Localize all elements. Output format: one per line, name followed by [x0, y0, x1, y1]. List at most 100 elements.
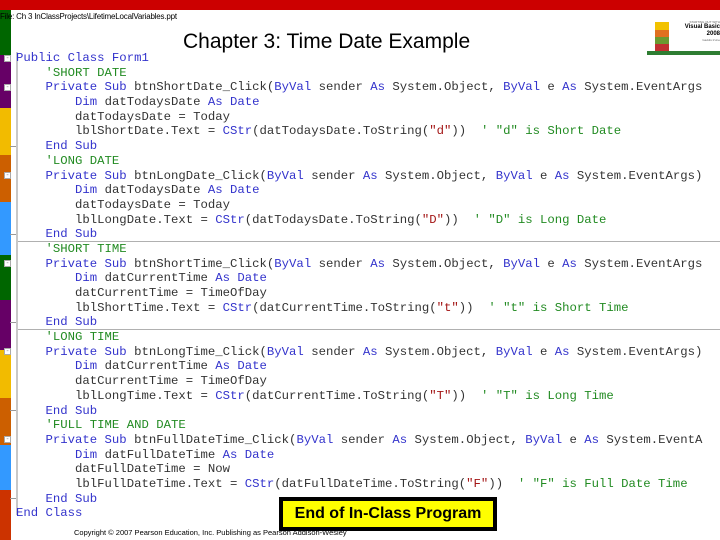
code-text: System.EventArgs	[576, 256, 703, 271]
code-keyword: ByVal	[495, 344, 533, 359]
code-line: lblShortTime.Text = CStr(datCurrentTime.…	[16, 301, 702, 316]
code-text: datTodaysDate	[104, 95, 208, 110]
code-text: e	[532, 344, 555, 359]
code-keyword: ByVal	[495, 168, 533, 183]
code-text: e	[540, 80, 563, 95]
end-of-program-callout: End of In-Class Program	[279, 497, 497, 531]
code-keyword: Dim	[16, 359, 105, 374]
code-text: datTodaysDate = Today	[16, 197, 231, 212]
code-keyword: Dim	[16, 95, 105, 110]
code-text: lblFullDateTime.Text =	[16, 476, 245, 491]
code-keyword: Private Sub	[16, 432, 135, 447]
code-line: Dim datTodaysDate As Date	[16, 183, 702, 198]
code-keyword: Private Sub	[16, 80, 135, 95]
code-text: (datCurrentTime.ToString(	[252, 300, 437, 315]
code-keyword: ByVal	[266, 344, 304, 359]
code-line: 'SHORT DATE	[16, 66, 702, 81]
code-text: btnLongDate_Click(	[134, 168, 267, 183]
code-string: "F"	[466, 476, 489, 491]
code-keyword: As Date	[207, 183, 260, 198]
code-text: datCurrentTime	[104, 271, 216, 286]
code-editor[interactable]: Public Class Form1 'SHORT DATE Private S…	[16, 51, 702, 521]
code-keyword: Dim	[16, 447, 105, 462]
code-line: 'SHORT TIME	[16, 242, 702, 257]
code-text: btnShortTime_Click(	[134, 256, 275, 271]
code-text: System.Object,	[377, 168, 496, 183]
code-text: datTodaysDate	[104, 183, 208, 198]
code-text: (datFullDateTime.ToString(	[274, 476, 467, 491]
code-line: lblFullDateTime.Text = CStr(datFullDateT…	[16, 477, 702, 492]
code-line: datTodaysDate = Today	[16, 198, 702, 213]
code-line: Private Sub btnLongTime_Click(ByVal send…	[16, 344, 703, 360]
code-keyword: End Sub	[16, 403, 98, 418]
visual-basic-logo: STARTING OUT WITH Visual Basic 2008 Gadd…	[647, 18, 720, 55]
collapse-toggle-icon[interactable]: -	[4, 436, 11, 443]
code-keyword: ByVal	[503, 256, 540, 271]
code-keyword: ByVal	[274, 80, 312, 95]
code-keyword: End Sub	[16, 491, 98, 506]
code-text: ))	[488, 476, 518, 491]
code-comment: 'SHORT DATE	[16, 65, 127, 80]
code-text: datTodaysDate = Today	[16, 109, 231, 124]
code-keyword: As	[370, 80, 386, 95]
code-text: btnLongTime_Click(	[134, 344, 267, 359]
code-line: datTodaysDate = Today	[16, 110, 702, 125]
code-text: System.Object,	[377, 344, 496, 359]
collapse-toggle-icon[interactable]: -	[4, 348, 11, 355]
code-line: Private Sub btnLongDate_Click(ByVal send…	[16, 168, 703, 184]
collapse-toggle-icon[interactable]: -	[4, 172, 11, 179]
code-keyword: CStr	[215, 212, 245, 227]
code-keyword: As Date	[207, 95, 260, 110]
code-line: lblLongDate.Text = CStr(datTodaysDate.To…	[16, 213, 702, 228]
logo-product-name: Visual Basic	[684, 24, 720, 30]
code-keyword: As	[362, 344, 378, 359]
strip-band	[0, 300, 11, 350]
code-line: Dim datCurrentTime As Date	[16, 271, 702, 286]
code-keyword: Dim	[16, 183, 105, 198]
code-comment: ' "t" is Short Time	[488, 300, 629, 315]
code-comment: ' "T" is Long Time	[480, 388, 614, 403]
code-text: sender	[311, 80, 371, 95]
code-line: 'LONG TIME	[16, 330, 702, 345]
code-line: datCurrentTime = TimeOfDay	[16, 286, 702, 301]
collapse-toggle-icon[interactable]: -	[4, 55, 11, 62]
code-line: datCurrentTime = TimeOfDay	[16, 374, 702, 389]
code-keyword: End Class	[16, 506, 83, 521]
code-text: e	[532, 168, 555, 183]
code-keyword: ByVal	[503, 80, 540, 95]
code-text: System.Object,	[385, 80, 504, 95]
code-keyword: End Sub	[16, 139, 98, 154]
code-text: btnShortDate_Click(	[134, 80, 275, 95]
code-text: (datTodaysDate.ToString(	[244, 212, 422, 227]
code-keyword: CStr	[244, 476, 275, 491]
code-text: ))	[451, 388, 481, 403]
logo-subtext: Gaddis Irvine	[702, 38, 720, 42]
code-keyword: As	[362, 168, 378, 183]
code-line: End Sub	[16, 404, 702, 419]
code-keyword: As Date	[215, 359, 267, 374]
code-text: ))	[458, 300, 489, 315]
code-text: lblShortTime.Text =	[16, 300, 223, 315]
code-text: System.EventArgs	[576, 80, 703, 95]
collapse-toggle-icon[interactable]: -	[4, 260, 11, 267]
strip-band	[0, 202, 11, 255]
code-keyword: End Sub	[16, 315, 98, 330]
code-text: (datCurrentTime.ToString(	[244, 388, 430, 403]
callout-label: End of In-Class Program	[283, 501, 493, 527]
strip-band	[0, 350, 11, 398]
copyright-footer: Copyright © 2007 Pearson Education, Inc.…	[74, 528, 347, 537]
collapse-toggle-icon[interactable]: -	[4, 84, 11, 91]
code-keyword: Private Sub	[16, 344, 135, 359]
code-text: btnFullDateTime_Click(	[134, 432, 297, 447]
code-comment: 'FULL TIME AND DATE	[16, 418, 186, 433]
code-keyword: As	[392, 432, 408, 447]
strip-band	[0, 108, 11, 155]
code-keyword: ByVal	[266, 168, 304, 183]
code-keyword: As	[554, 168, 570, 183]
logo-art-icon	[655, 22, 669, 51]
code-keyword: As	[584, 432, 600, 447]
code-comment: 'SHORT TIME	[16, 241, 127, 256]
code-line: End Sub	[16, 139, 702, 154]
code-text: System.Object,	[385, 256, 504, 271]
code-text: ))	[444, 212, 474, 227]
